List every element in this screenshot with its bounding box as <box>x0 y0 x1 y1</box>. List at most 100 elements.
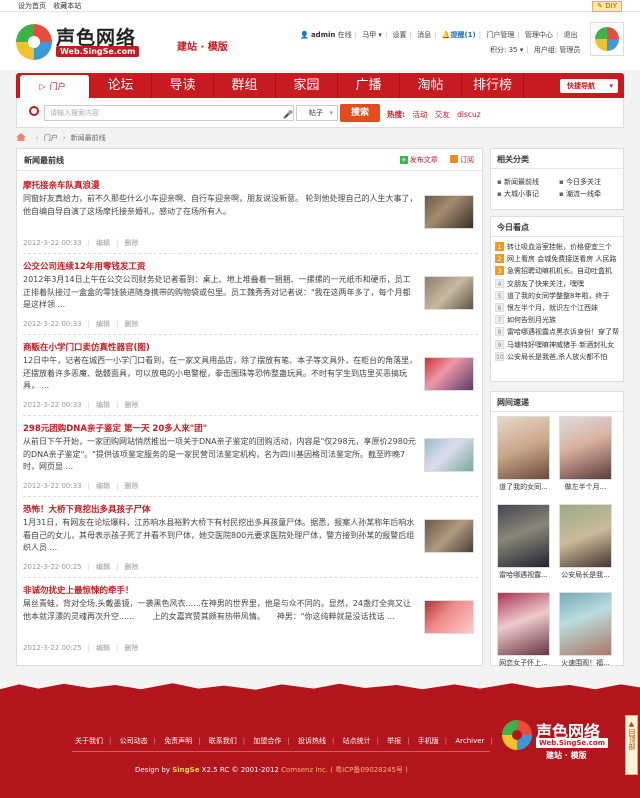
hot-search-link[interactable]: 交友 <box>435 110 450 119</box>
ma-link[interactable]: 马甲 <box>362 31 376 39</box>
photo-item[interactable]: 网恋女子怀上... <box>495 592 552 668</box>
footer-link[interactable]: 投诉热线 <box>298 737 326 745</box>
logout-link[interactable]: 退出 <box>564 31 578 39</box>
article-thumbnail[interactable] <box>424 600 474 634</box>
list-item[interactable]: 8 雷哈哪遇视露点黑衣诉身份！穿了帮 <box>495 326 623 338</box>
nav-item-guide[interactable]: 导读 <box>152 73 214 98</box>
brand-link[interactable]: SingSe <box>172 766 199 774</box>
portal-mgmt-link[interactable]: 门户管理 <box>486 31 514 39</box>
category-link[interactable]: 潮流一线牵 <box>559 188 621 200</box>
edit-link[interactable]: 编辑 <box>96 401 110 409</box>
list-item[interactable]: 4 交朋友了快来关注，嘿嘿 <box>495 278 623 290</box>
delete-link[interactable]: 删除 <box>124 401 138 409</box>
footer-link[interactable]: 举报 <box>387 737 401 745</box>
photo-item[interactable]: 雷哈哪遇视露... <box>495 504 552 580</box>
list-item[interactable]: 9 马塘特好嘿嘛神威猪手 新酒封礼女 <box>495 339 623 351</box>
article-thumbnail[interactable] <box>424 438 474 472</box>
article-title[interactable]: 298元团购DNA亲子鉴定 第一天 20多人来"团" <box>23 422 207 434</box>
footer-link[interactable]: 手机版 <box>418 737 439 745</box>
site-logo[interactable]: 声色网络 Web.SingSe.com <box>16 20 156 64</box>
footer-link[interactable]: 免责声明 <box>164 737 192 745</box>
back-to-top-button[interactable]: ▲ 回顶部 <box>625 715 638 775</box>
delete-link[interactable]: 删除 <box>124 239 138 247</box>
edit-link[interactable]: 编辑 <box>96 563 110 571</box>
avatar-image <box>595 27 619 51</box>
list-item[interactable]: 1 转让吸血浴室挂帐，价格便宜三个 <box>495 241 623 253</box>
search-button[interactable]: 搜索 <box>340 104 380 122</box>
category-link[interactable]: 新闻最前线 <box>497 176 559 188</box>
edit-link[interactable]: 编辑 <box>96 644 110 652</box>
article-thumbnail[interactable] <box>424 519 474 553</box>
icp-link[interactable]: ( 粤ICP备09028245号 ) <box>330 766 408 774</box>
photo-item[interactable]: 公安局长是我... <box>557 504 614 580</box>
list-item[interactable]: 7 如何告别月光族 <box>495 314 623 326</box>
nav-item-collections[interactable]: 淘帖 <box>400 73 462 98</box>
photo-item[interactable]: 火速围观！福... <box>557 592 614 668</box>
list-item[interactable]: 3 急需招聘动嘛机机长。自动吐盒机 <box>495 265 623 277</box>
footer-link[interactable]: 联系我们 <box>209 737 237 745</box>
delete-link[interactable]: 删除 <box>124 563 138 571</box>
nav-item-groups[interactable]: 群组 <box>214 73 276 98</box>
nav-item-ranking[interactable]: 排行榜 <box>462 73 524 98</box>
article-title[interactable]: 恐怖！大桥下竟挖出多具孩子尸体 <box>23 503 151 515</box>
rank-badge: 10 <box>495 351 504 361</box>
company-link[interactable]: Comsenz Inc. <box>281 766 328 774</box>
breadcrumb-portal[interactable]: 门户 <box>44 134 58 142</box>
microphone-icon[interactable]: 🎤 <box>283 108 293 122</box>
delete-link[interactable]: 删除 <box>124 320 138 328</box>
article-title[interactable]: 摩托接亲车队真浪漫 <box>23 179 100 191</box>
online-status[interactable]: 在线 <box>338 31 352 39</box>
diy-button[interactable]: ✎ DIY <box>592 1 622 12</box>
category-link[interactable]: 大城小事记 <box>497 188 559 200</box>
article-thumbnail[interactable] <box>424 357 474 391</box>
bookmark-link[interactable]: 收藏本站 <box>53 2 81 10</box>
home-icon[interactable] <box>16 133 26 141</box>
photo-item[interactable]: 道了我的女同... <box>495 416 552 492</box>
today-highlights-panel: 今日看点 1 转让吸血浴室挂帐，价格便宜三个 2 网上看房 会城免费接送看房 人民路… <box>490 216 624 382</box>
delete-link[interactable]: 删除 <box>124 644 138 652</box>
article-title[interactable]: 非诚勿扰史上最惊悚的牵手！ <box>23 584 134 596</box>
category-link[interactable]: 今日多关注 <box>559 176 621 188</box>
hot-search-link[interactable]: 活动 <box>412 110 427 119</box>
points-link[interactable]: 积分: 35 <box>490 46 518 54</box>
article-thumbnail[interactable] <box>424 276 474 310</box>
delete-link[interactable]: 删除 <box>124 482 138 490</box>
list-item[interactable]: 10 公安局长是我爸,杀人放火都不怕 <box>495 351 623 363</box>
breadcrumb-current[interactable]: 新闻最前线 <box>71 134 106 142</box>
footer-link[interactable]: 加盟合作 <box>253 737 281 745</box>
settings-link[interactable]: 设置 <box>393 31 407 39</box>
article-title[interactable]: 商贩在小学门口卖仿真性器官(图) <box>23 341 150 353</box>
footer-logo[interactable]: 声色网络 Web.SingSe.com 建站 · 模版 <box>502 714 612 766</box>
search-input[interactable]: 请输入搜索内容 🎤 <box>44 105 294 121</box>
edit-link[interactable]: 编辑 <box>96 239 110 247</box>
footer-link[interactable]: 公司动态 <box>120 737 148 745</box>
footer-link[interactable]: 关于我们 <box>75 737 103 745</box>
edit-link[interactable]: 编辑 <box>96 482 110 490</box>
nav-item-forum[interactable]: 论坛 <box>90 73 152 98</box>
article-title[interactable]: 公交公司连续12年用零钱发工资 <box>23 260 145 272</box>
remind-link[interactable]: 提醒(1) <box>450 31 475 39</box>
list-item[interactable]: 5 道了我的女同学整整8年啦，终于 <box>495 290 623 302</box>
username-link[interactable]: admin <box>311 31 335 39</box>
avatar[interactable] <box>590 22 624 56</box>
search-type-select[interactable]: 帖子 <box>296 105 338 121</box>
admin-center-link[interactable]: 管理中心 <box>525 31 553 39</box>
photo-image <box>497 504 550 568</box>
nav-item-home[interactable]: 家园 <box>276 73 338 98</box>
footer-link[interactable]: 站点统计 <box>343 737 371 745</box>
user-group[interactable]: 用户组: 管理员 <box>534 46 581 54</box>
photo-item[interactable]: 做左半个月... <box>557 416 614 492</box>
quick-nav-dropdown[interactable]: 快捷导航 <box>560 79 618 93</box>
footer-link[interactable]: Archiver <box>455 737 484 745</box>
edit-link[interactable]: 编辑 <box>96 320 110 328</box>
hot-search-link[interactable]: discuz <box>457 110 481 119</box>
messages-link[interactable]: 消息 <box>417 31 431 39</box>
nav-item-portal[interactable]: ▷ 门户 <box>20 75 90 98</box>
set-home-link[interactable]: 设为首页 <box>18 2 46 10</box>
publish-article-link[interactable]: 发布文章 <box>410 156 438 164</box>
subscribe-link[interactable]: 订阅 <box>460 156 474 164</box>
nav-item-broadcast[interactable]: 广播 <box>338 73 400 98</box>
article-thumbnail[interactable] <box>424 195 474 229</box>
list-item[interactable]: 2 网上看房 会城免费接送看房 人民路 <box>495 253 623 265</box>
list-item[interactable]: 6 恨左半个月，就识左个江西妹 <box>495 302 623 314</box>
